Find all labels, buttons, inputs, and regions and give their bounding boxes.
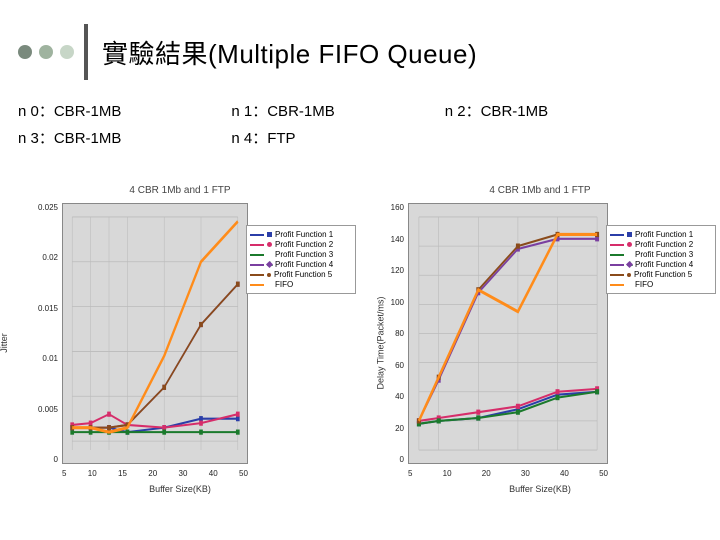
- legend-row: Profit Function 2: [250, 240, 352, 249]
- title-row: 實驗結果(Multiple FIFO Queue): [18, 22, 702, 82]
- scenario-list: n 0：CBR-1MB n 1：CBR-1MB n 2：CBR-1MB n 3：…: [18, 100, 702, 154]
- brand-dots: [18, 45, 74, 59]
- chart-legend: Profit Function 1Profit Function 2Profit…: [606, 225, 716, 294]
- dot-icon: [60, 45, 74, 59]
- chart-svg: [63, 204, 247, 463]
- chart-jitter: 4 CBR 1Mb and 1 FTP Jitter 0.0250.020.01…: [0, 185, 360, 500]
- x-ticks: 51020304050: [408, 469, 608, 478]
- legend-row: Profit Function 3: [250, 250, 352, 259]
- chart-title: 4 CBR 1Mb and 1 FTP: [360, 185, 720, 196]
- legend-row: FIFO: [250, 280, 352, 289]
- legend-row: FIFO: [610, 280, 712, 289]
- plot-area: [62, 203, 248, 464]
- scenario-n0: n 0：CBR-1MB: [18, 100, 121, 121]
- legend-row: Profit Function 2: [610, 240, 712, 249]
- x-axis-label: Buffer Size(KB): [0, 484, 360, 494]
- chart-title: 4 CBR 1Mb and 1 FTP: [0, 185, 360, 196]
- legend-row: Profit Function 5: [610, 270, 712, 279]
- page-title: 實驗結果(Multiple FIFO Queue): [102, 34, 477, 71]
- scenario-n4: n 4：FTP: [231, 127, 295, 148]
- chart-svg: [409, 204, 607, 463]
- legend-row: Profit Function 1: [610, 230, 712, 239]
- legend-row: Profit Function 5: [250, 270, 352, 279]
- legend-row: Profit Function 1: [250, 230, 352, 239]
- scenario-n3: n 3：CBR-1MB: [18, 127, 121, 148]
- chart-legend: Profit Function 1Profit Function 2Profit…: [246, 225, 356, 294]
- plot-area: [408, 203, 608, 464]
- legend-row: Profit Function 4: [610, 260, 712, 269]
- dot-icon: [39, 45, 53, 59]
- y-ticks: 160140120100806040200: [374, 203, 404, 464]
- legend-row: Profit Function 4: [250, 260, 352, 269]
- x-axis-label: Buffer Size(KB): [360, 484, 720, 494]
- x-ticks: 5101520304050: [62, 469, 248, 478]
- y-ticks: 0.0250.020.0150.010.0050: [18, 203, 58, 464]
- divider: [84, 24, 88, 80]
- dot-icon: [18, 45, 32, 59]
- chart-delay: 4 CBR 1Mb and 1 FTP Delay Time(Packet/ms…: [360, 185, 720, 500]
- legend-row: Profit Function 3: [610, 250, 712, 259]
- y-axis-label: Jitter: [0, 333, 9, 353]
- scenario-n1: n 1：CBR-1MB: [231, 100, 334, 121]
- scenario-n2: n 2：CBR-1MB: [445, 100, 548, 121]
- slide: 實驗結果(Multiple FIFO Queue) n 0：CBR-1MB n …: [0, 0, 720, 540]
- charts-row: 4 CBR 1Mb and 1 FTP Jitter 0.0250.020.01…: [0, 185, 720, 500]
